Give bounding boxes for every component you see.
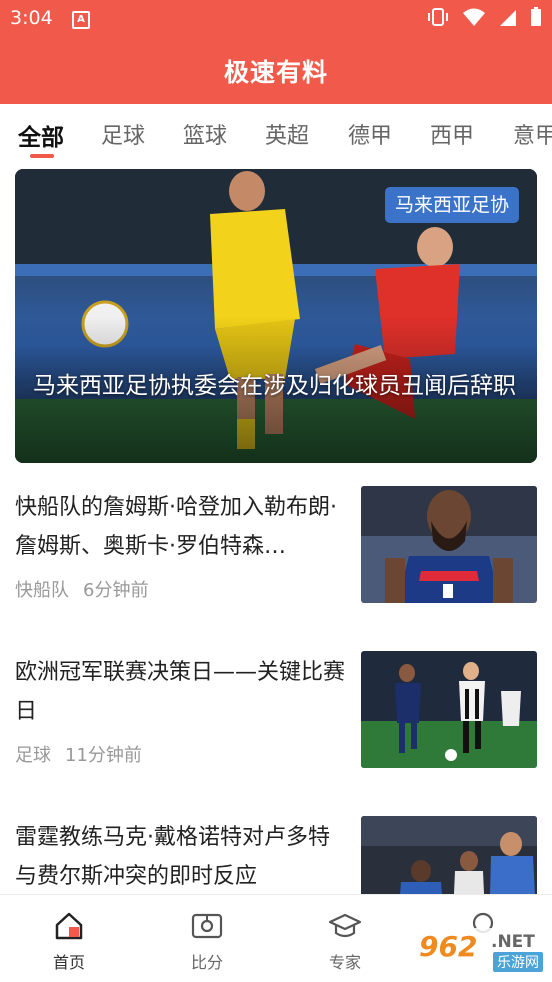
news-meta: 足球 11分钟前 — [15, 741, 142, 767]
tab-premier-league[interactable]: 英超 — [265, 118, 309, 150]
notification-icon: A — [72, 11, 90, 29]
tab-bundesliga[interactable]: 德甲 — [348, 118, 392, 150]
news-time: 6分钟前 — [83, 580, 149, 601]
wifi-icon — [463, 8, 485, 26]
watermark-suffix: .NET — [491, 932, 535, 952]
nav-label: 专家 — [328, 953, 361, 972]
news-meta: 快船队 6分钟前 — [15, 576, 148, 602]
tab-basketball[interactable]: 篮球 — [183, 118, 227, 150]
news-title: 欧洲冠军联赛决策日——关键比赛日 — [15, 660, 346, 724]
news-item[interactable]: 欧洲冠军联赛决策日——关键比赛日 足球 11分钟前 — [15, 651, 537, 769]
news-category: 快船队 — [15, 580, 69, 601]
status-bar: 3:04 A — [0, 0, 552, 38]
news-time: 11分钟前 — [65, 745, 142, 766]
news-thumbnail — [361, 651, 537, 768]
tab-football[interactable]: 足球 — [101, 118, 145, 150]
home-icon — [55, 912, 83, 940]
site-watermark: 962 .NET 乐游网 — [413, 928, 547, 974]
nav-label: 首页 — [52, 953, 85, 972]
category-tabs: 全部 足球 篮球 英超 德甲 西甲 意甲 — [0, 104, 552, 164]
status-time: 3:04 — [10, 7, 53, 29]
nav-experts[interactable]: 专家 — [300, 911, 390, 973]
watermark-site: 乐游网 — [493, 952, 543, 972]
watermark-number: 962 — [419, 930, 478, 963]
nav-label: 比分 — [190, 953, 223, 972]
news-title: 快船队的詹姆斯·哈登加入勒布朗·詹姆斯、奥斯卡·罗伯特森… — [15, 495, 337, 559]
hero-headline: 马来西亚足协执委会在涉及归化球员丑闻后辞职 — [33, 373, 516, 399]
battery-icon — [531, 7, 541, 26]
signal-icon — [500, 10, 516, 26]
news-category: 足球 — [15, 745, 51, 766]
hero-category-tag: 马来西亚足协 — [384, 187, 519, 223]
tab-la-liga[interactable]: 西甲 — [430, 118, 474, 150]
graduation-cap-icon — [328, 913, 362, 938]
hero-news-card[interactable]: 马来西亚足协 马来西亚足协执委会在涉及归化球员丑闻后辞职 — [15, 169, 537, 463]
active-tab-indicator — [30, 154, 54, 158]
scoreboard-icon — [191, 913, 223, 939]
news-title: 雷霆教练马克·戴格诺特对卢多特与费尔斯冲突的即时反应 — [15, 825, 330, 889]
news-thumbnail — [361, 486, 537, 603]
vibrate-icon — [428, 8, 448, 26]
status-icons — [426, 7, 542, 27]
app-header: 极速有料 — [0, 38, 552, 104]
news-item[interactable]: 快船队的詹姆斯·哈登加入勒布朗·詹姆斯、奥斯卡·罗伯特森… 快船队 6分钟前 — [15, 486, 537, 604]
nav-scores[interactable]: 比分 — [162, 911, 252, 973]
app-title: 极速有料 — [223, 58, 328, 87]
nav-home[interactable]: 首页 — [24, 911, 114, 973]
tab-serie-a[interactable]: 意甲 — [513, 118, 552, 150]
tab-all[interactable]: 全部 — [18, 118, 64, 152]
